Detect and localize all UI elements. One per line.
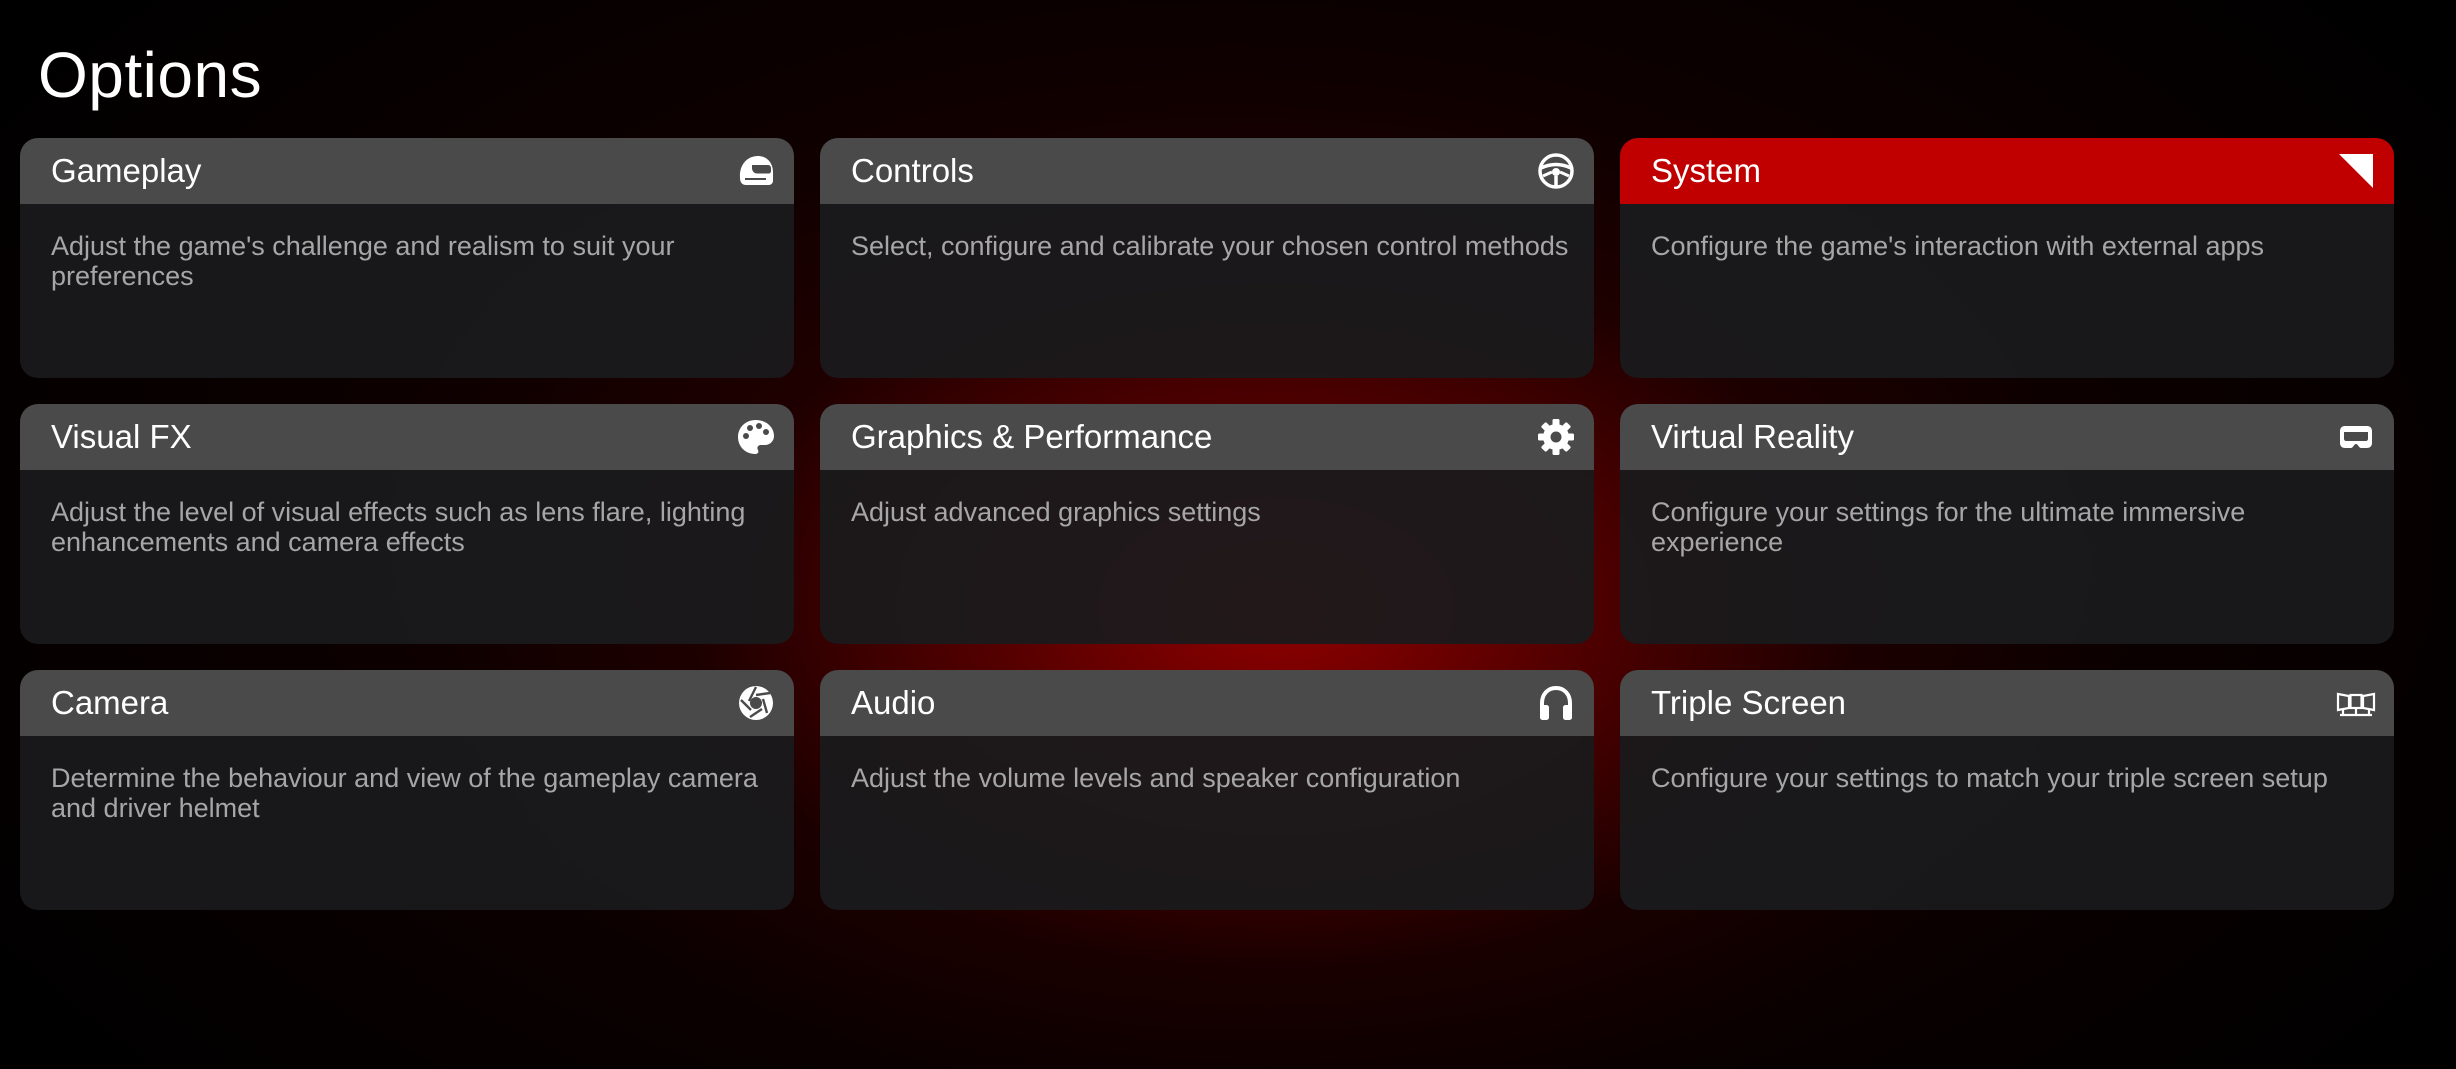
card-description: Adjust the game's challenge and realism … [51,231,675,291]
gear-icon [1536,417,1576,457]
card-gameplay[interactable]: Gameplay Adjust the game's challenge and… [20,138,794,378]
card-description: Configure the game's interaction with ex… [1651,231,2264,261]
card-controls[interactable]: Controls Select, configure and calibrate… [820,138,1594,378]
card-description: Configure your settings for the ultimate… [1651,497,2246,557]
card-graphics-performance[interactable]: Graphics & Performance Adjust advanced g… [820,404,1594,644]
card-title: Camera [51,684,169,721]
card-description: Adjust the volume levels and speaker con… [851,763,1461,793]
card-header: System [1620,138,2394,204]
card-description: Determine the behaviour and view of the … [51,763,758,823]
card-audio[interactable]: Audio Adjust the volume levels and speak… [820,670,1594,910]
card-description: Configure your settings to match your tr… [1651,763,2328,793]
corner-triangle-icon [2336,151,2376,191]
vr-headset-icon [2336,417,2376,457]
card-title: Controls [851,152,974,189]
card-header: Audio [820,670,1594,736]
card-description: Adjust the level of visual effects such … [51,497,746,557]
card-header: Camera [20,670,794,736]
card-triple-screen[interactable]: Triple Screen Configure your settings to… [1620,670,2394,910]
card-visual-fx[interactable]: Visual FX Adjust the level of visual eff… [20,404,794,644]
card-header: Gameplay [20,138,794,204]
card-title: Gameplay [51,152,202,189]
card-title: System [1651,152,1762,189]
aperture-icon [736,683,776,723]
options-grid: Gameplay Adjust the game's challenge and… [20,138,2394,910]
card-header: Controls [820,138,1594,204]
card-title: Graphics & Performance [851,418,1213,455]
card-system[interactable]: System Configure the game's interaction … [1620,138,2394,378]
card-header: Triple Screen [1620,670,2394,736]
card-header: Virtual Reality [1620,404,2394,470]
card-title: Visual FX [51,418,192,455]
card-title: Triple Screen [1651,684,1847,721]
card-header: Visual FX [20,404,794,470]
card-description: Adjust advanced graphics settings [851,497,1261,527]
triple-monitor-icon [2336,683,2376,723]
card-virtual-reality[interactable]: Virtual Reality Configure your settings … [1620,404,2394,644]
headphones-icon [1536,683,1576,723]
card-title: Audio [851,684,936,721]
card-description: Select, configure and calibrate your cho… [851,231,1569,261]
steering-wheel-icon [1536,151,1576,191]
palette-icon [736,417,776,457]
helmet-icon [736,151,776,191]
page-title: Options [38,39,263,111]
card-header: Graphics & Performance [820,404,1594,470]
card-title: Virtual Reality [1651,418,1854,455]
card-camera[interactable]: Camera Determine the behaviour and view … [20,670,794,910]
